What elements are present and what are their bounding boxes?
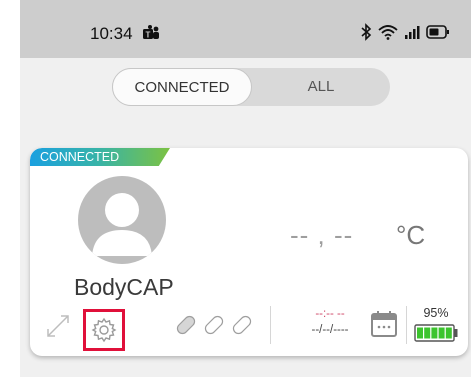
svg-text:T: T [146,31,151,40]
device-name: BodyCAP [74,274,174,300]
device-actions-row: --:-- -- --/--/---- 95% [30,300,468,351]
bluetooth-icon [361,23,372,41]
teams-icon: T [143,25,159,40]
connection-filter-toggle: CONNECTED ALL [112,68,390,106]
wifi-icon [378,25,398,40]
battery-cell [424,327,431,339]
last-time: --:-- -- [315,308,345,320]
device-card[interactable]: CONNECTED -- , -- °C BodyCAP --:-- -- --… [30,148,468,356]
tab-connected[interactable]: CONNECTED [112,68,252,106]
settings-button[interactable] [83,309,125,351]
temperature-unit: °C [396,220,426,250]
avatar [78,176,166,264]
signal-icon [405,26,420,39]
status-time: 10:34 [90,24,133,43]
battery-cell [445,327,452,339]
last-date: --/--/---- [311,324,349,336]
expand-icon[interactable] [44,312,72,340]
battery-percent: 95% [423,306,449,320]
battery-fill [417,327,452,339]
tab-all[interactable]: ALL [252,68,390,106]
status-bar: 10:34 T [20,0,471,58]
divider [406,306,407,344]
user-avatar-icon [92,193,152,256]
app-screen: 10:34 T CONNECTED ALL CONNECTED -- , -- … [20,0,471,377]
calendar-icon[interactable] [370,309,398,339]
battery-cell [431,327,438,339]
status-icons [360,23,450,41]
battery-icon [414,324,458,342]
battery-cell [417,327,423,339]
battery-status-icon [426,25,449,39]
divider [270,306,271,344]
battery-cell [438,327,445,339]
settings-gear-icon [91,317,117,343]
temperature-value: -- , -- [290,220,354,250]
pill-icon [176,315,252,335]
status-badge: CONNECTED [30,148,170,166]
